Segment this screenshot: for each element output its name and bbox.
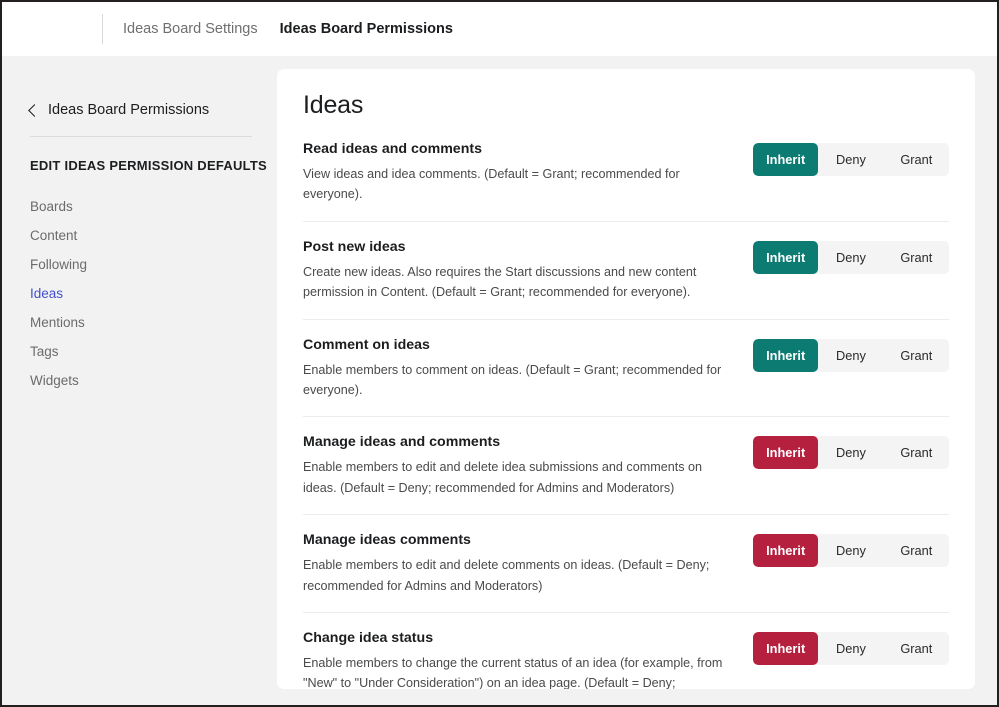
- permission-option-inherit[interactable]: Inherit: [753, 534, 819, 568]
- permission-text: Manage ideas and comments Enable members …: [303, 434, 731, 498]
- permission-text: Change idea status Enable members to chan…: [303, 630, 731, 689]
- permission-toggle-group: Inherit Deny Grant: [753, 143, 949, 176]
- permission-toggle-group: Inherit Deny Grant: [753, 436, 949, 470]
- permission-row: Post new ideas Create new ideas. Also req…: [303, 237, 949, 320]
- permission-option-grant[interactable]: Grant: [884, 436, 949, 469]
- permission-option-grant[interactable]: Grant: [884, 632, 949, 665]
- permission-row: Read ideas and comments View ideas and id…: [303, 139, 949, 222]
- permission-name: Read ideas and comments: [303, 141, 482, 157]
- sidebar-item-content[interactable]: Content: [30, 221, 277, 250]
- permission-name: Post new ideas: [303, 238, 406, 255]
- tabbar-divider: [102, 14, 103, 44]
- permission-option-grant[interactable]: Grant: [884, 534, 949, 567]
- top-tab-bar: Ideas Board Settings Ideas Board Permissi…: [2, 2, 997, 56]
- permission-toggle-group: Inherit Deny Grant: [753, 631, 949, 665]
- permission-option-deny[interactable]: Deny: [818, 534, 883, 567]
- sidebar: Ideas Board Permissions EDIT IDEAS PERMI…: [2, 56, 277, 705]
- app-window: Ideas Board Settings Ideas Board Permissi…: [0, 0, 999, 707]
- permission-option-deny[interactable]: Deny: [818, 241, 883, 274]
- sidebar-heading: EDIT IDEAS PERMISSION DEFAULTS: [30, 158, 267, 173]
- sidebar-item-boards[interactable]: Boards: [30, 192, 277, 221]
- sidebar-back-label: Ideas Board Permissions: [48, 102, 210, 118]
- permission-option-deny[interactable]: Deny: [818, 339, 883, 372]
- sidebar-item-ideas[interactable]: Ideas: [30, 279, 277, 308]
- permission-row: Change idea status Enable members to chan…: [303, 628, 949, 689]
- permission-text: Post new ideas Create new ideas. Also req…: [303, 239, 731, 303]
- page-title: Ideas: [303, 91, 364, 119]
- chevron-left-icon: [28, 104, 41, 117]
- permission-toggle-group: Inherit Deny Grant: [753, 240, 949, 274]
- permission-text: Manage ideas comments Enable members to e…: [303, 532, 731, 596]
- permission-option-deny[interactable]: Deny: [818, 632, 883, 665]
- permission-description: Enable members to change the current sta…: [303, 655, 723, 689]
- permission-text: Read ideas and comments View ideas and id…: [303, 141, 731, 205]
- sidebar-item-widgets[interactable]: Widgets: [30, 366, 277, 395]
- permission-description: Enable members to edit and delete idea s…: [303, 460, 703, 495]
- body-area: Ideas Board Permissions EDIT IDEAS PERMI…: [2, 56, 997, 705]
- sidebar-item-following[interactable]: Following: [30, 250, 277, 279]
- permission-description: View ideas and idea comments. (Default =…: [303, 167, 680, 202]
- sidebar-item-tags[interactable]: Tags: [30, 337, 277, 366]
- permission-name: Comment on ideas: [303, 336, 430, 353]
- permission-description: Create new ideas. Also requires the Star…: [303, 264, 697, 300]
- permission-option-deny[interactable]: Deny: [818, 143, 883, 176]
- sidebar-item-mentions[interactable]: Mentions: [30, 308, 277, 337]
- permission-name: Change idea status: [303, 629, 434, 646]
- permission-option-inherit[interactable]: Inherit: [753, 631, 819, 665]
- permission-name: Manage ideas and comments: [303, 434, 501, 451]
- permission-row: Manage ideas and comments Enable members …: [303, 432, 949, 516]
- permission-option-grant[interactable]: Grant: [884, 143, 949, 176]
- sidebar-divider: [30, 136, 252, 137]
- tab-active-1[interactable]: Ideas Board Permissions: [274, 17, 459, 41]
- permission-option-inherit[interactable]: Inherit: [753, 143, 819, 176]
- permission-text: Comment on ideas Enable members to commen…: [303, 337, 731, 401]
- permissions-list: Read ideas and comments View ideas and id…: [303, 139, 949, 689]
- sidebar-back-link[interactable]: Ideas Board Permissions: [28, 102, 277, 136]
- permission-option-inherit[interactable]: Inherit: [753, 436, 819, 470]
- tab-item-0[interactable]: Ideas Board Settings: [117, 17, 264, 41]
- tab-list: Ideas Board Settings Ideas Board Permissi…: [117, 17, 459, 41]
- permission-option-grant[interactable]: Grant: [884, 339, 949, 372]
- permission-toggle-group: Inherit Deny Grant: [753, 534, 949, 568]
- permission-name: Manage ideas comments: [303, 532, 471, 549]
- permission-option-inherit[interactable]: Inherit: [753, 240, 819, 274]
- permission-option-grant[interactable]: Grant: [884, 241, 949, 274]
- permission-description: Enable members to comment on ideas. (Def…: [303, 362, 722, 397]
- content-area: Ideas Read ideas and comments View ideas …: [277, 56, 997, 705]
- sidebar-nav: Boards Content Following Ideas Mentions Tags W…: [30, 192, 277, 395]
- permission-option-deny[interactable]: Deny: [818, 436, 883, 469]
- permission-row: Manage ideas comments Enable members to e…: [303, 530, 949, 613]
- permission-description: Enable members to edit and delete commen…: [303, 558, 710, 593]
- permissions-card: Ideas Read ideas and comments View ideas …: [277, 69, 975, 689]
- permission-row: Comment on ideas Enable members to commen…: [303, 335, 949, 418]
- permission-option-inherit[interactable]: Inherit: [753, 338, 819, 372]
- permission-toggle-group: Inherit Deny Grant: [753, 338, 949, 372]
